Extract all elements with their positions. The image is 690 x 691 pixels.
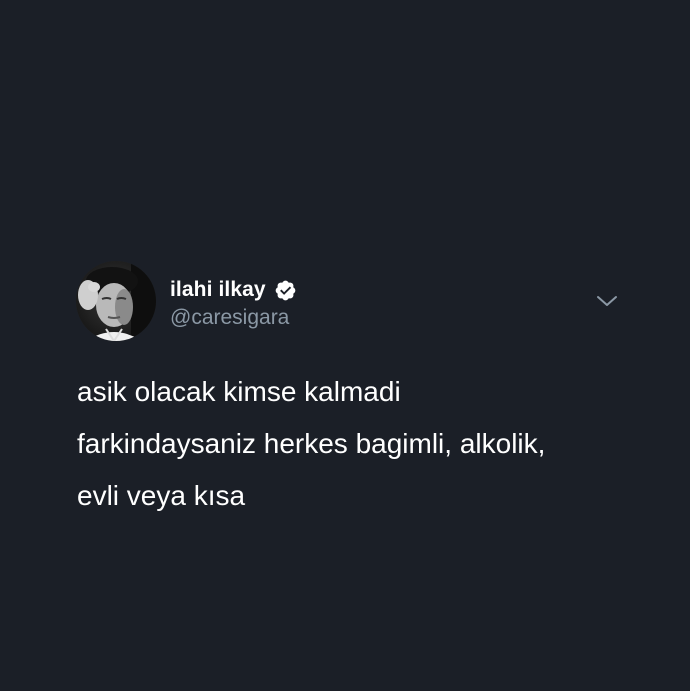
tweet-text: asik olacak kimse kalmadi farkindaysaniz… bbox=[77, 366, 667, 522]
avatar[interactable] bbox=[76, 261, 156, 341]
display-name[interactable]: ilahi ilkay bbox=[170, 278, 266, 302]
author-name-row[interactable]: ilahi ilkay bbox=[170, 275, 297, 305]
tweet-text-line: asik olacak kimse kalmadi bbox=[77, 376, 401, 407]
tweet-card: ilahi ilkay @caresigara asik olacak kims… bbox=[0, 0, 690, 691]
profile-photo-icon bbox=[76, 261, 156, 341]
chevron-down-icon[interactable] bbox=[596, 293, 618, 309]
verified-badge-icon bbox=[274, 279, 297, 302]
tweet-text-line: evli veya kısa bbox=[77, 480, 246, 511]
tweet-text-line: farkindaysaniz herkes bagimli, alkolik, bbox=[77, 428, 546, 459]
user-handle[interactable]: @caresigara bbox=[170, 304, 289, 332]
